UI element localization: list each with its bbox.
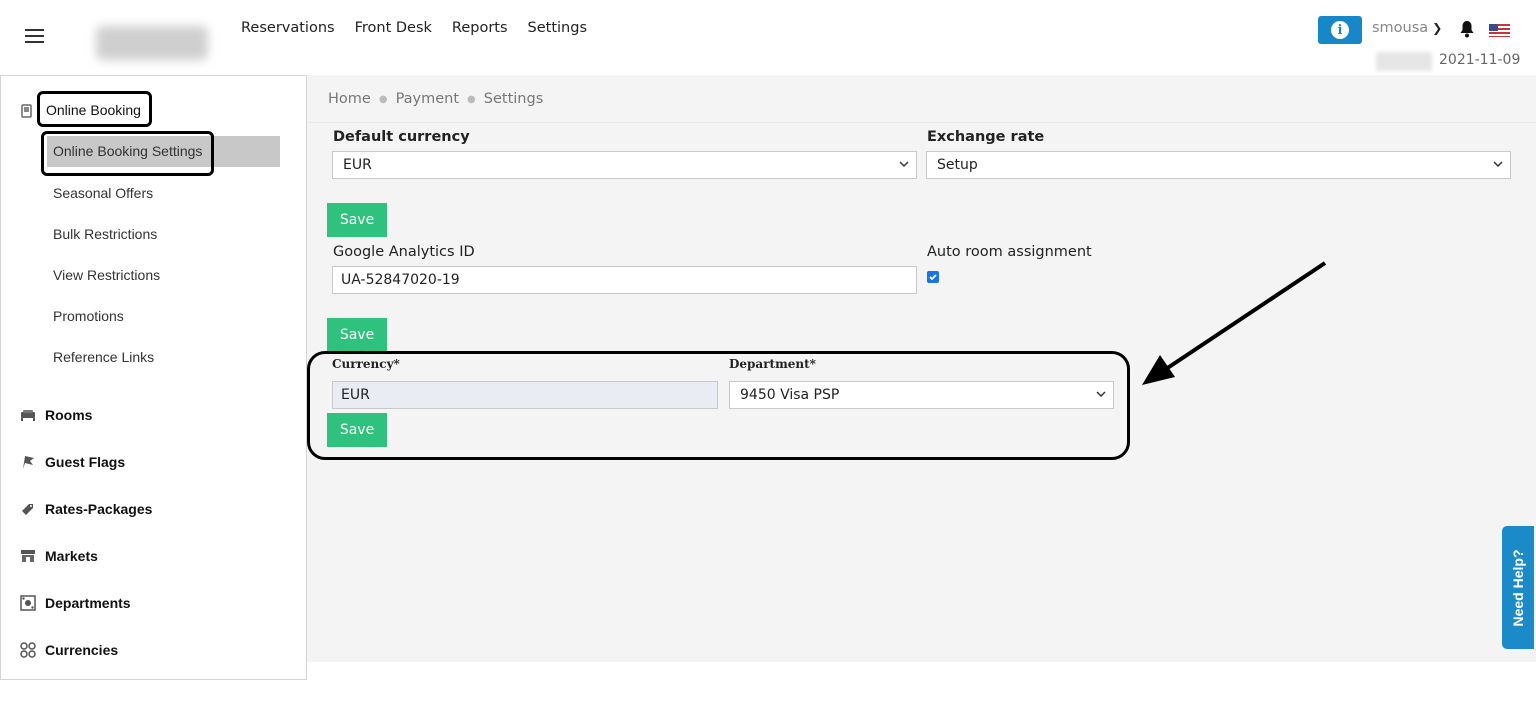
- flag-icon: [23, 456, 34, 469]
- chevron-down-icon: [1096, 391, 1106, 398]
- bed-icon: [21, 410, 35, 421]
- chevron-down-icon: ❯: [1432, 21, 1443, 35]
- chevron-down-icon: [899, 161, 909, 168]
- currency-input[interactable]: [332, 381, 718, 409]
- departments-icon: [20, 595, 36, 611]
- breadcrumb-payment[interactable]: Payment: [396, 91, 459, 107]
- sidebar-item-rates-packages[interactable]: Rates-Packages: [20, 501, 152, 517]
- tag-icon: [22, 504, 33, 515]
- exchange-rate-value: Setup: [937, 157, 978, 173]
- sidebar-item-rooms[interactable]: Rooms: [20, 407, 92, 423]
- store-icon: [21, 550, 35, 562]
- default-currency-value: EUR: [343, 157, 372, 173]
- auto-room-assignment-label: Auto room assignment: [927, 244, 1092, 260]
- currencies-icon: [20, 642, 36, 658]
- separator-dot: ●: [467, 93, 476, 105]
- save-currency-button[interactable]: Save: [327, 203, 387, 237]
- sidebar-item-reference-links[interactable]: Reference Links: [53, 349, 154, 365]
- check-icon: [929, 274, 937, 281]
- main-nav: Reservations Front Desk Reports Settings: [241, 20, 587, 36]
- hamburger-menu-icon[interactable]: [25, 29, 44, 43]
- blurred-label: [1376, 52, 1432, 71]
- save-payment-button[interactable]: Save: [327, 413, 387, 447]
- sidebar-item-label: Rates-Packages: [45, 501, 153, 517]
- us-flag-icon[interactable]: [1489, 23, 1510, 37]
- department-value: 9450 Visa PSP: [740, 387, 840, 403]
- nav-settings[interactable]: Settings: [528, 20, 587, 36]
- auto-room-assignment-checkbox[interactable]: [927, 271, 939, 283]
- logo: [96, 26, 208, 60]
- google-analytics-label: Google Analytics ID: [333, 244, 475, 260]
- sidebar-item-bulk-restrictions[interactable]: Bulk Restrictions: [53, 226, 157, 242]
- currency-label: Currency*: [332, 357, 400, 371]
- sidebar-item-label: Currencies: [45, 642, 119, 658]
- nav-reports[interactable]: Reports: [452, 20, 508, 36]
- sidebar-item-departments[interactable]: Departments: [20, 595, 131, 611]
- save-analytics-button[interactable]: Save: [327, 318, 387, 352]
- sidebar-item-guest-flags[interactable]: Guest Flags: [20, 454, 125, 470]
- exchange-rate-select[interactable]: Setup: [926, 151, 1511, 179]
- need-help-tab[interactable]: Need Help?: [1502, 526, 1534, 649]
- username: smousa: [1372, 20, 1429, 36]
- default-currency-select[interactable]: EUR: [332, 151, 917, 179]
- sidebar-item-seasonal-offers[interactable]: Seasonal Offers: [53, 185, 153, 201]
- google-analytics-input[interactable]: [332, 266, 917, 294]
- divider: [307, 122, 1536, 123]
- breadcrumb-settings: Settings: [483, 91, 544, 107]
- nav-reservations[interactable]: Reservations: [241, 20, 335, 36]
- callout-arrow-icon: [1142, 261, 1327, 385]
- breadcrumb: Home ● Payment ● Settings: [328, 91, 543, 107]
- info-button[interactable]: i: [1318, 16, 1362, 44]
- sidebar-item-label: Guest Flags: [45, 454, 126, 470]
- sidebar-item-currencies[interactable]: Currencies: [20, 642, 118, 658]
- sidebar-item-label: Markets: [45, 548, 98, 564]
- online-booking-icon: [21, 104, 32, 118]
- need-help-label: Need Help?: [1510, 548, 1526, 627]
- breadcrumb-home[interactable]: Home: [328, 91, 371, 107]
- top-bar: Reservations Front Desk Reports Settings…: [0, 0, 1536, 75]
- user-menu[interactable]: smousa ❯: [1372, 20, 1442, 36]
- sidebar-item-view-restrictions[interactable]: View Restrictions: [53, 267, 160, 283]
- current-date: 2021-11-09: [1439, 52, 1521, 68]
- department-select[interactable]: 9450 Visa PSP: [729, 381, 1114, 409]
- info-icon: i: [1331, 21, 1349, 39]
- sidebar-item-label: Departments: [45, 595, 131, 611]
- sidebar-section-online-booking[interactable]: Online Booking: [46, 102, 141, 118]
- sidebar-item-promotions[interactable]: Promotions: [53, 308, 124, 324]
- sidebar-item-label: Rooms: [45, 407, 93, 423]
- sidebar-item-online-booking-settings[interactable]: Online Booking Settings: [47, 136, 280, 167]
- department-label: Department*: [729, 357, 816, 371]
- exchange-rate-label: Exchange rate: [927, 129, 1045, 145]
- bell-icon[interactable]: [1459, 20, 1475, 38]
- separator-dot: ●: [378, 93, 388, 105]
- sidebar-item-markets[interactable]: Markets: [20, 548, 98, 564]
- nav-front-desk[interactable]: Front Desk: [355, 20, 432, 36]
- chevron-down-icon: [1493, 161, 1503, 168]
- default-currency-label: Default currency: [333, 129, 470, 145]
